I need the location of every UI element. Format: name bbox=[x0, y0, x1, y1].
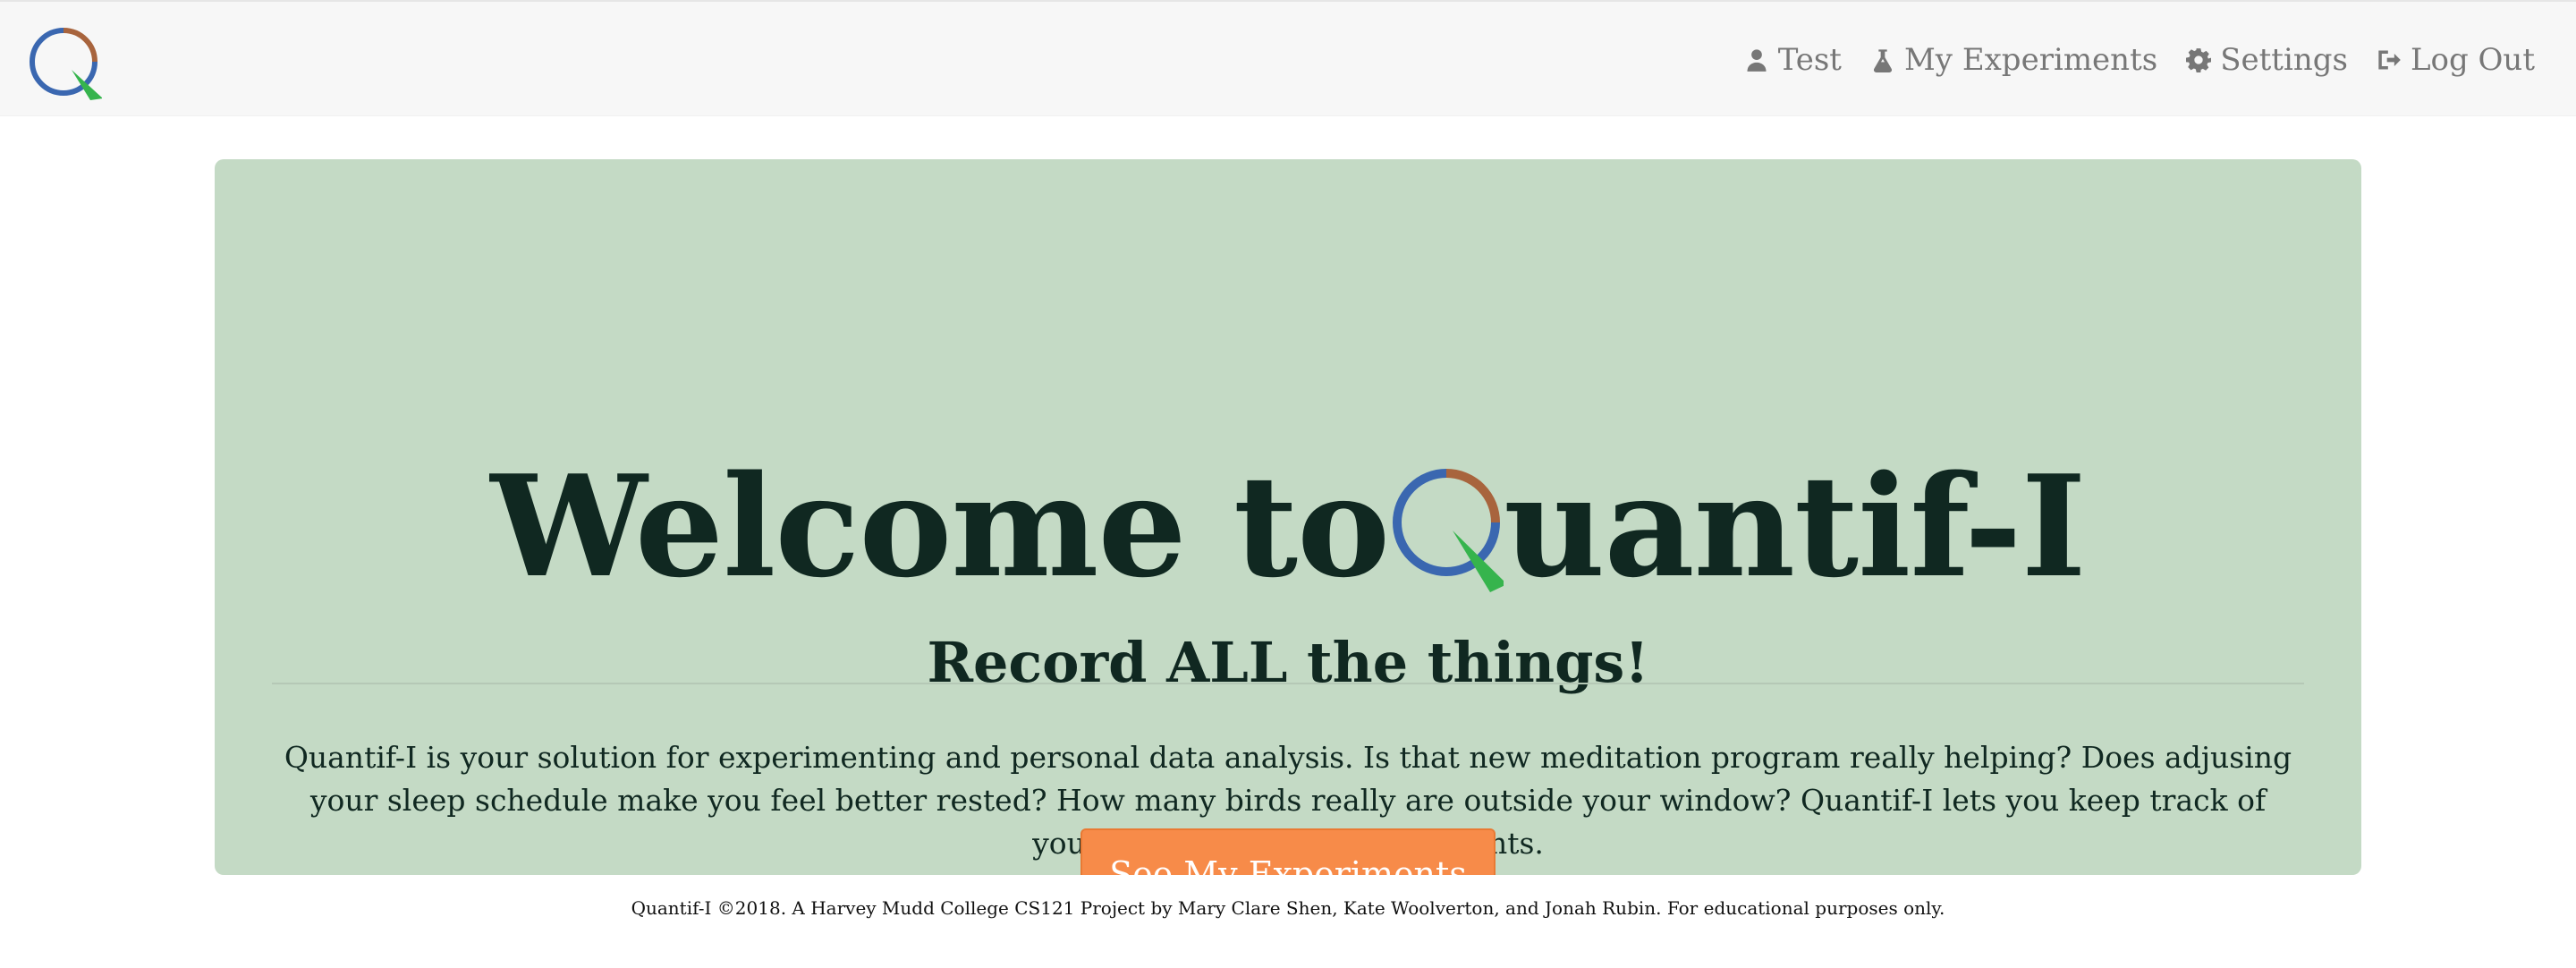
nav-item-label: Test bbox=[1777, 42, 1842, 78]
nav-item-label: My Experiments bbox=[1903, 42, 2158, 78]
gear-icon bbox=[2186, 48, 2212, 72]
nav-item-test[interactable]: Test bbox=[1744, 42, 1842, 78]
logout-icon bbox=[2378, 50, 2401, 70]
welcome-hero-panel: Welcome to uantif-I Record ALL the thing… bbox=[215, 159, 2361, 875]
footer-copyright: Quantif-I ©2018. A Harvey Mudd College C… bbox=[631, 897, 1945, 919]
user-icon bbox=[1747, 49, 1767, 72]
title-line: Welcome to uantif-I bbox=[490, 445, 2087, 609]
top-navigation-bar: Test My Experiments Settings Log Out bbox=[0, 0, 2576, 116]
nav-item-settings[interactable]: Settings bbox=[2186, 42, 2348, 78]
see-my-experiments-button[interactable]: See My Experiments bbox=[1080, 828, 1496, 875]
nav-item-label: Settings bbox=[2220, 42, 2348, 78]
hero-divider bbox=[272, 683, 2304, 684]
quantif-i-logo-icon bbox=[1393, 469, 1504, 593]
nav-links: Test My Experiments Settings Log Out bbox=[1744, 2, 2535, 118]
nav-item-label: Log Out bbox=[2410, 42, 2535, 78]
brand-logo-link[interactable] bbox=[25, 23, 103, 100]
hero-subtitle: Record ALL the things! bbox=[927, 630, 1649, 696]
title-suffix: uantif-I bbox=[1504, 445, 2087, 609]
nav-item-log-out[interactable]: Log Out bbox=[2377, 42, 2535, 78]
nav-item-my-experiments[interactable]: My Experiments bbox=[1870, 42, 2157, 78]
flask-icon bbox=[1873, 49, 1892, 72]
page-title: Welcome to uantif-I bbox=[215, 450, 2361, 597]
quantif-i-logo-icon bbox=[30, 28, 103, 100]
title-prefix: Welcome to bbox=[490, 445, 1390, 609]
